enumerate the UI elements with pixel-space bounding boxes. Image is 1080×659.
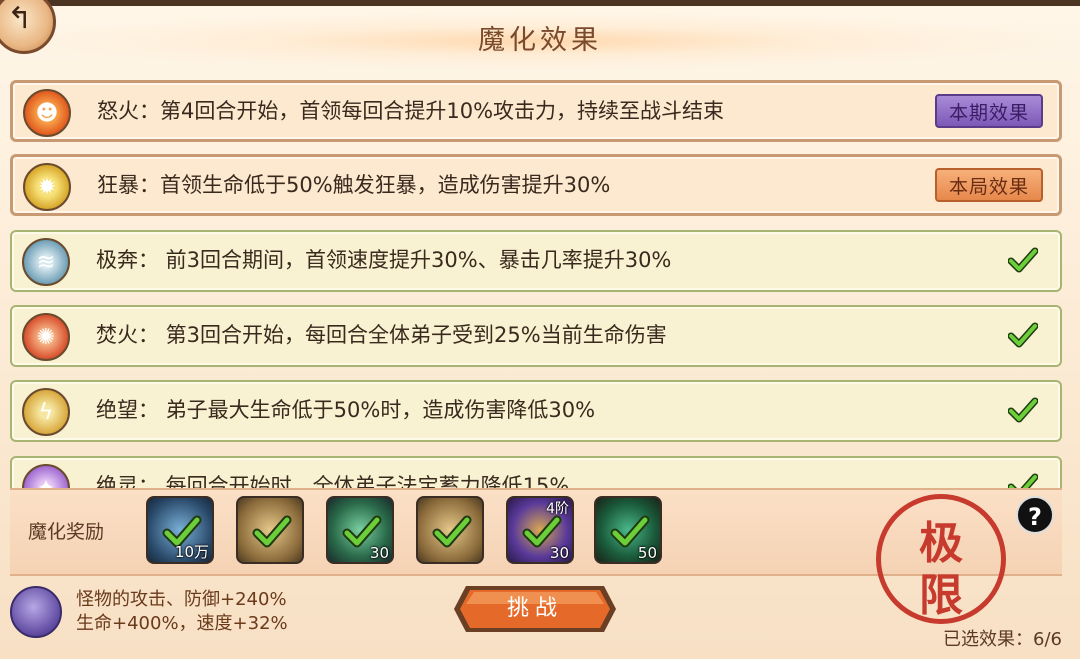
rewards-label: 魔化奖励	[28, 521, 105, 543]
effect-row[interactable]: ☻ 怒火：第4回合开始，首领每回合提升10%攻击力，持续至战斗结束 本期效果	[10, 80, 1062, 142]
monster-avatar	[10, 586, 62, 638]
monster-stats: 怪物的攻击、防御+240% 生命+400%，速度+32%	[76, 588, 288, 636]
check-icon	[1007, 245, 1039, 275]
seal-char-2: 限	[919, 570, 963, 621]
check-icon	[252, 515, 292, 548]
fire-swirl-icon: ✺	[22, 313, 70, 361]
help-button[interactable]: ?	[1016, 496, 1054, 534]
effect-badge: 本局效果	[935, 168, 1043, 202]
effect-text: 怒火：第4回合开始，首领每回合提升10%攻击力，持续至战斗结束	[97, 99, 725, 123]
magic-effects-panel: 魔化效果 ↰ ☻ 怒火：第4回合开始，首领每回合提升10%攻击力，持续至战斗结束本…	[0, 0, 1080, 659]
effect-text: 极奔： 前3回合期间，首领速度提升30%、暴击几率提升30%	[96, 248, 672, 272]
effect-badge: 本期效果	[935, 94, 1043, 128]
check-icon	[432, 515, 472, 548]
sun-emblem-icon: ✹	[23, 163, 71, 211]
panel-title: 魔化效果	[0, 12, 1080, 70]
flame-face-icon: ☻	[23, 89, 71, 137]
reward-count: 30	[549, 544, 569, 562]
golden-relic-icon[interactable]	[416, 496, 484, 564]
selected-count: 已选效果：6/6	[943, 629, 1062, 650]
reward-tier: 4阶	[546, 501, 569, 517]
effect-row[interactable]: ≋ 极奔： 前3回合期间，首领速度提升30%、暴击几率提升30%	[10, 230, 1062, 292]
monster-stats-line2: 生命+400%，速度+32%	[76, 613, 288, 634]
challenge-label: 挑战	[506, 596, 563, 621]
check-icon	[1007, 320, 1039, 350]
effect-text: 绝望： 弟子最大生命低于50%时，造成伤害降低30%	[96, 398, 596, 422]
purple-orb-icon[interactable]: 4阶 30	[506, 496, 574, 564]
effect-row[interactable]: ✹ 狂暴：首领生命低于50%触发狂暴，造成伤害提升30% 本局效果	[10, 154, 1062, 216]
reward-count: 10万	[174, 543, 209, 561]
challenge-button[interactable]: 挑战	[452, 582, 618, 636]
lightning-icon: ϟ	[22, 388, 70, 436]
effect-text: 狂暴：首领生命低于50%触发狂暴，造成伤害提升30%	[97, 173, 611, 197]
reward-count: 30	[369, 544, 389, 562]
green-swirl-icon[interactable]: 50	[594, 496, 662, 564]
check-icon	[1007, 395, 1039, 425]
jade-medallion-icon[interactable]: 30	[326, 496, 394, 564]
wind-icon: ≋	[22, 238, 70, 286]
reward-count: 50	[637, 544, 657, 562]
monster-stats-line1: 怪物的攻击、防御+240%	[76, 589, 287, 610]
effect-row[interactable]: ϟ 绝望： 弟子最大生命低于50%时，造成伤害降低30%	[10, 380, 1062, 442]
limit-seal: 极 限	[876, 494, 1006, 624]
effect-row[interactable]: ✺ 焚火： 第3回合开始，每回合全体弟子受到25%当前生命伤害	[10, 305, 1062, 367]
back-arrow-icon: ↰	[7, 1, 33, 36]
blue-crystal-icon[interactable]: 10万	[146, 496, 214, 564]
golden-relic-icon[interactable]	[236, 496, 304, 564]
top-border	[0, 0, 1080, 6]
effect-text: 焚火： 第3回合开始，每回合全体弟子受到25%当前生命伤害	[96, 323, 667, 347]
